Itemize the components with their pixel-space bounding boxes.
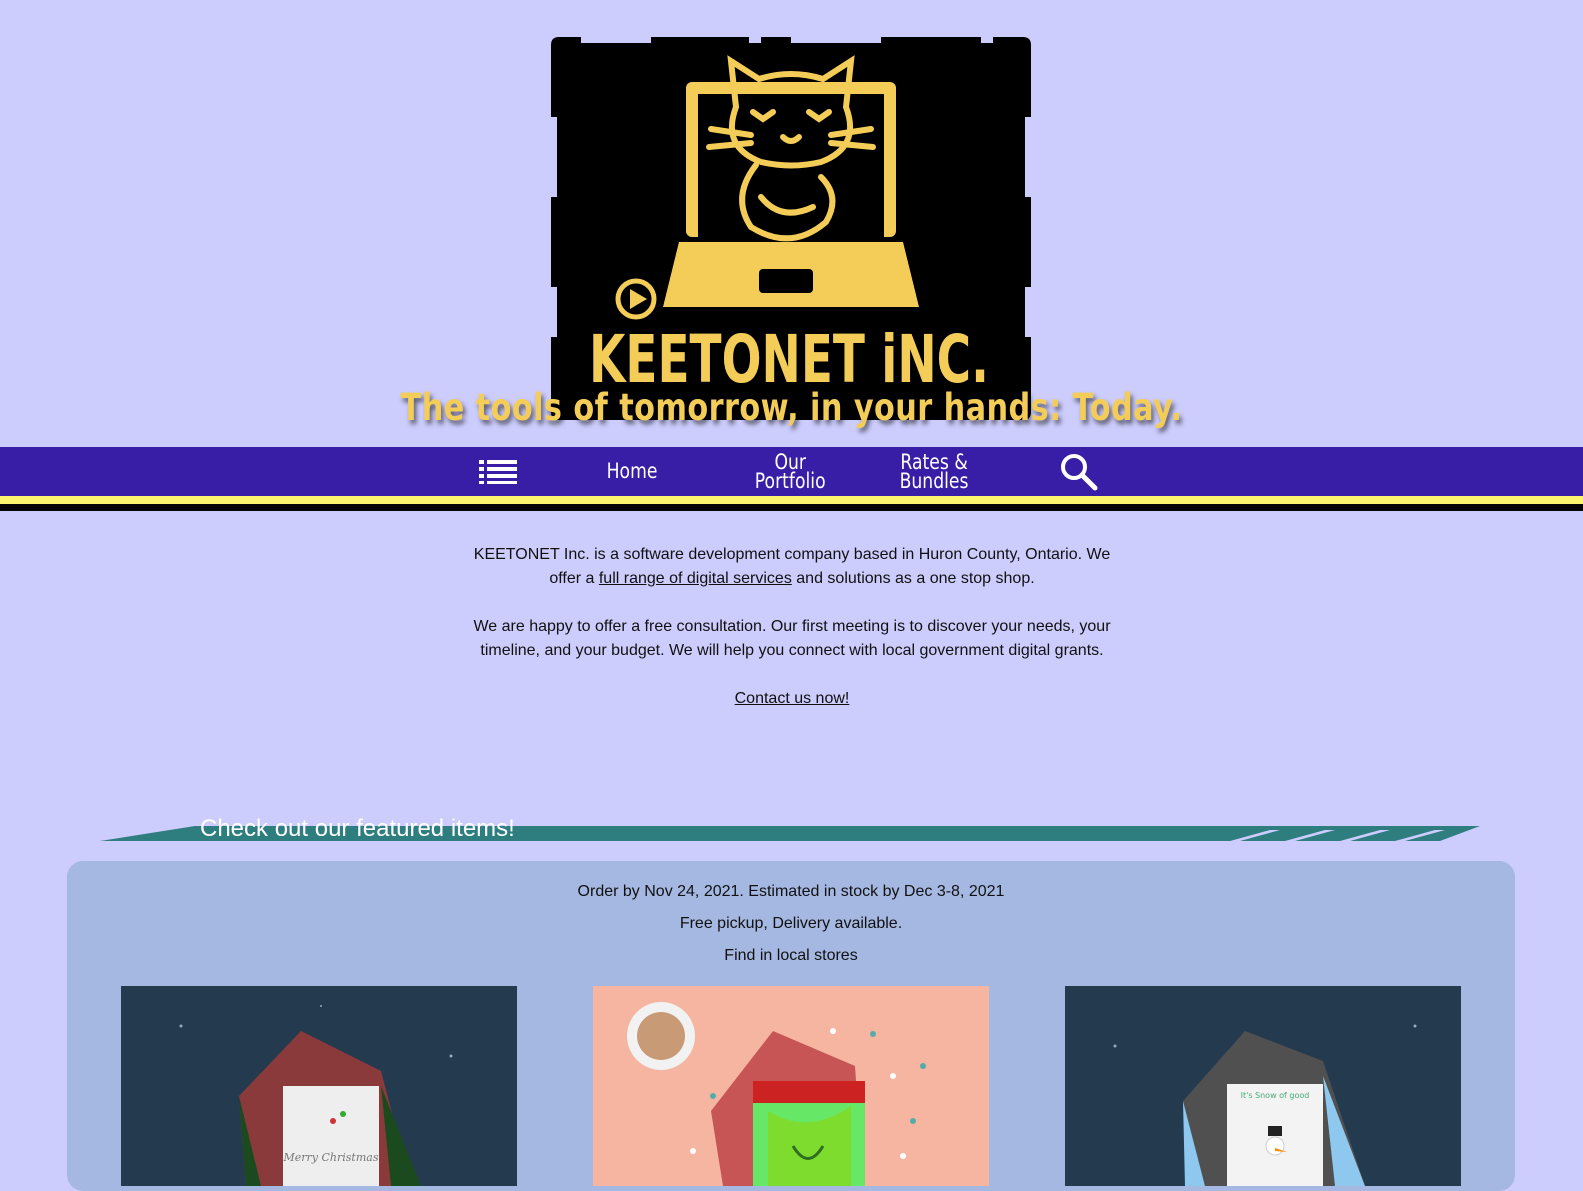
nav-divider-yellow: [0, 496, 1583, 504]
tagline: The tools of tomorrow, in your hands: To…: [400, 386, 1183, 429]
product-card[interactable]: [593, 986, 989, 1186]
product-card[interactable]: Merry Christmas: [121, 986, 517, 1186]
hamburger-list-icon[interactable]: [479, 458, 517, 484]
contact-link[interactable]: Contact us now!: [735, 690, 850, 707]
intro-p1-text-end: and solutions as a one stop shop.: [791, 570, 1035, 587]
nav-home[interactable]: Home: [572, 447, 692, 496]
nav-divider-black: [0, 504, 1583, 511]
nav-portfolio-line2: Portfolio: [754, 468, 826, 493]
pickup-text: Free pickup, Delivery available.: [679, 915, 903, 932]
company-logo[interactable]: KEETONET iNC.: [551, 37, 1031, 420]
magnifier-icon[interactable]: [1059, 452, 1099, 492]
featured-banner: Check out our featured items!: [100, 812, 1480, 842]
nav-portfolio[interactable]: Our Portfolio: [730, 447, 850, 496]
digital-services-link[interactable]: full range of digital services: [599, 570, 792, 587]
nav-home-label: Home: [606, 459, 658, 483]
nav-rates-bundles[interactable]: Rates & Bundles: [874, 447, 994, 496]
order-deadline-text: Order by Nov 24, 2021. Estimated in stoc…: [577, 883, 1005, 900]
local-stores-text: Find in local stores: [724, 947, 858, 964]
intro-section: KEETONET Inc. is a software development …: [462, 543, 1122, 735]
card-3-text: It's Snow of good: [1241, 1091, 1310, 1100]
featured-panel: Order by Nov 24, 2021. Estimated in stoc…: [67, 861, 1515, 1191]
featured-title: Check out our featured items!: [200, 815, 515, 842]
product-card[interactable]: It's Snow of good: [1065, 986, 1461, 1186]
nav-rates-line2: Bundles: [899, 468, 969, 493]
intro-paragraph-2: We are happy to offer a free consultatio…: [473, 618, 1111, 659]
intro-paragraph-1: KEETONET Inc. is a software development …: [462, 543, 1122, 591]
main-nav: Home Our Portfolio Rates & Bundles: [0, 447, 1583, 496]
card-1-text: Merry Christmas: [283, 1151, 379, 1164]
